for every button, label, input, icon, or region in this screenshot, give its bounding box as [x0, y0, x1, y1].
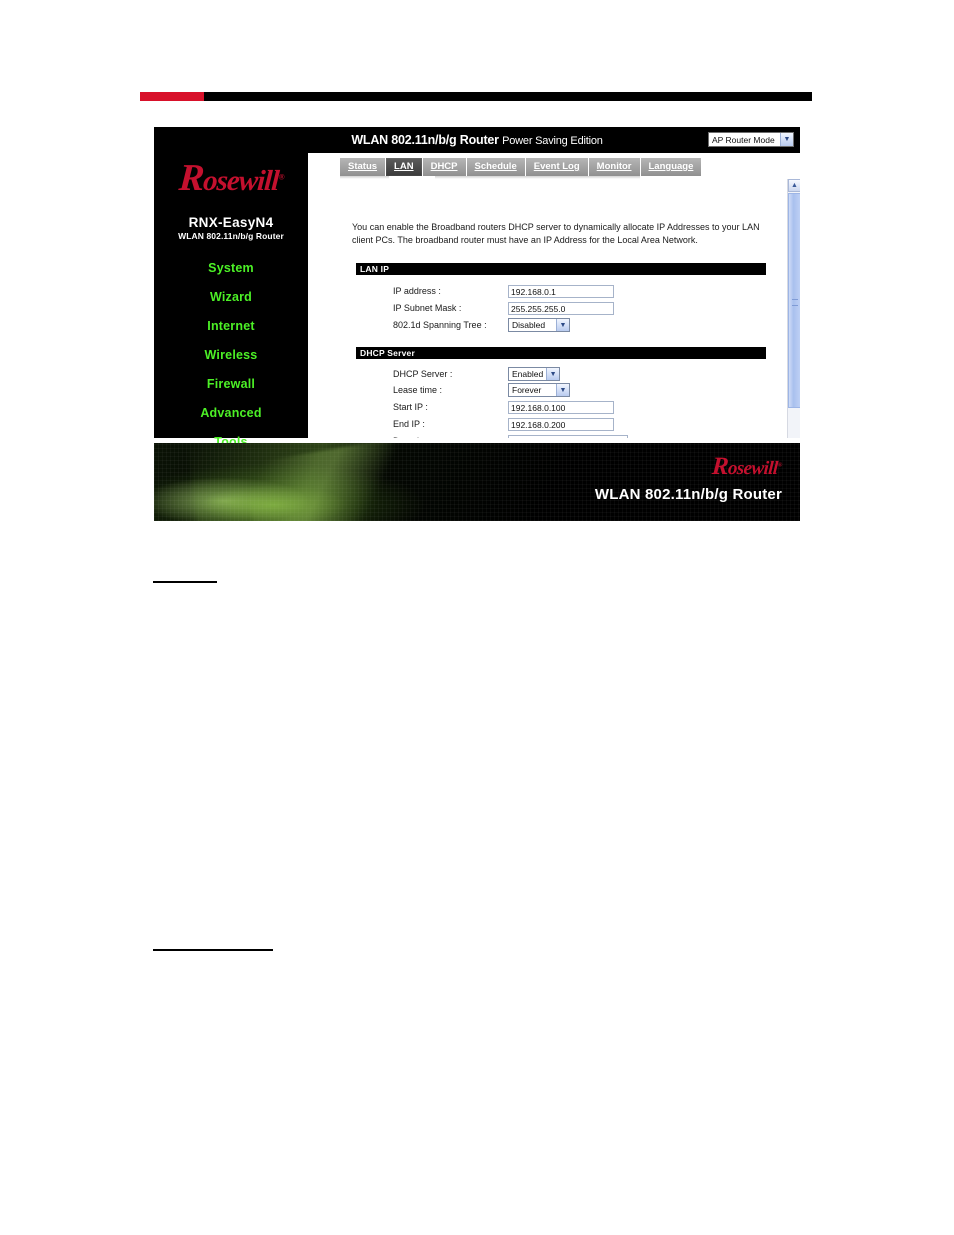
product-title-text: WLAN 802.11n/b/g Router	[351, 133, 499, 147]
router-sidebar: Rosewill® RNX-EasyN4 WLAN 802.11n/b/g Ro…	[154, 153, 308, 449]
field-row-domain-name: Domain name : myeasyn4	[393, 433, 628, 438]
tab-schedule[interactable]: Schedule	[466, 158, 526, 176]
content-vertical-scrollbar[interactable]: ▲ ▼	[787, 179, 800, 438]
chevron-down-icon: ▼	[546, 368, 559, 380]
tab-event-log[interactable]: Event Log	[525, 158, 589, 176]
scrollbar-grip-icon	[792, 298, 798, 306]
sidebar-item-wizard[interactable]: Wizard	[154, 282, 308, 311]
input-end-ip[interactable]: 192.168.0.200	[508, 417, 614, 431]
tab-active-indicator	[389, 176, 435, 180]
tabs-shadow	[340, 176, 640, 179]
section-header-lan-ip: LAN IP	[356, 263, 766, 275]
operation-mode-value: AP Router Mode	[712, 134, 775, 145]
content-tabs: Status LAN DHCP Schedule Event Log Monit…	[340, 158, 702, 176]
label-start-ip: Start IP :	[393, 402, 428, 412]
label-spanning-tree: 802.1d Spanning Tree :	[393, 320, 487, 330]
select-lease-time-value: Forever	[512, 385, 542, 395]
select-lease-time[interactable]: Forever ▼	[508, 383, 570, 397]
registered-mark-icon: ®	[278, 172, 284, 182]
input-ip-address[interactable]: 192.168.0.1	[508, 284, 614, 298]
tab-status[interactable]: Status	[340, 158, 387, 176]
scroll-up-arrow-icon[interactable]: ▲	[788, 179, 800, 192]
router-product-title: WLAN 802.11n/b/g Router Power Saving Edi…	[154, 127, 800, 153]
field-row-start-ip: Start IP : 192.168.0.100	[393, 399, 614, 415]
chevron-down-icon: ▼	[556, 319, 569, 331]
router-model-subtitle: WLAN 802.11n/b/g Router	[178, 231, 284, 241]
hero-product-title: WLAN 802.11n/b/g Router	[594, 486, 782, 503]
tab-monitor[interactable]: Monitor	[588, 158, 641, 176]
field-row-subnet-mask: IP Subnet Mask : 255.255.255.0	[393, 300, 614, 316]
tab-language[interactable]: Language	[640, 158, 702, 176]
section-underline-1	[153, 581, 217, 583]
scrollbar-thumb[interactable]	[788, 193, 800, 408]
chevron-down-icon: ▼	[556, 384, 569, 396]
page-header-rule	[140, 92, 812, 101]
sidebar-item-advanced[interactable]: Advanced	[154, 398, 308, 427]
field-row-lease-time: Lease time : Forever ▼	[393, 382, 570, 398]
section-header-dhcp-server: DHCP Server	[356, 347, 766, 359]
registered-mark-icon: ®	[777, 462, 783, 469]
chevron-down-icon: ▼	[780, 133, 793, 146]
hero-rosewill-logo-word: osewill	[727, 458, 779, 479]
rosewill-logo: Rosewill®	[154, 153, 308, 207]
select-spanning-tree[interactable]: Disabled ▼	[508, 318, 570, 332]
router-model-name: RNX-EasyN4	[188, 215, 274, 230]
input-start-ip[interactable]: 192.168.0.100	[508, 400, 614, 414]
input-domain-name[interactable]: myeasyn4	[508, 434, 628, 438]
label-ip-address: IP address :	[393, 286, 441, 296]
sidebar-item-wireless[interactable]: Wireless	[154, 340, 308, 369]
field-row-dhcp-server: DHCP Server : Enabled ▼	[393, 366, 560, 382]
label-lease-time: Lease time :	[393, 385, 443, 395]
router-admin-screenshot: WLAN 802.11n/b/g Router Power Saving Edi…	[154, 127, 800, 521]
operation-mode-select[interactable]: AP Router Mode ▼	[708, 132, 794, 147]
label-dhcp-server: DHCP Server :	[393, 369, 453, 379]
router-hero-banner: Rosewill® WLAN 802.11n/b/g Router	[154, 443, 800, 521]
rosewill-logo-text: Rosewill®	[177, 157, 284, 199]
sidebar-item-internet[interactable]: Internet	[154, 311, 308, 340]
tab-lan[interactable]: LAN	[386, 158, 423, 176]
hero-rosewill-logo: Rosewill®	[711, 453, 783, 480]
field-row-spanning-tree: 802.1d Spanning Tree : Disabled ▼	[393, 317, 570, 333]
field-row-ip-address: IP address : 192.168.0.1	[393, 283, 614, 299]
sidebar-item-firewall[interactable]: Firewall	[154, 369, 308, 398]
label-end-ip: End IP :	[393, 419, 425, 429]
router-titlebar: WLAN 802.11n/b/g Router Power Saving Edi…	[154, 127, 800, 153]
rosewill-logo-word: osewill	[201, 165, 280, 197]
select-spanning-tree-value: Disabled	[512, 320, 546, 330]
field-row-end-ip: End IP : 192.168.0.200	[393, 416, 614, 432]
input-subnet-mask[interactable]: 255.255.255.0	[508, 301, 614, 315]
router-content-panel: Status LAN DHCP Schedule Event Log Monit…	[308, 153, 800, 438]
page-intro-text: You can enable the Broadband routers DHC…	[352, 222, 760, 245]
page-header-accent	[140, 92, 204, 101]
tab-dhcp[interactable]: DHCP	[422, 158, 467, 176]
product-edition-text: Power Saving Edition	[502, 135, 603, 147]
section-underline-2	[153, 949, 273, 951]
sidebar-nav: System Wizard Internet Wireless Firewall…	[154, 253, 308, 456]
select-dhcp-server[interactable]: Enabled ▼	[508, 367, 560, 381]
select-dhcp-server-value: Enabled	[512, 369, 544, 379]
label-domain-name: Domain name :	[393, 436, 508, 438]
label-subnet-mask: IP Subnet Mask :	[393, 303, 462, 313]
sidebar-item-system[interactable]: System	[154, 253, 308, 282]
